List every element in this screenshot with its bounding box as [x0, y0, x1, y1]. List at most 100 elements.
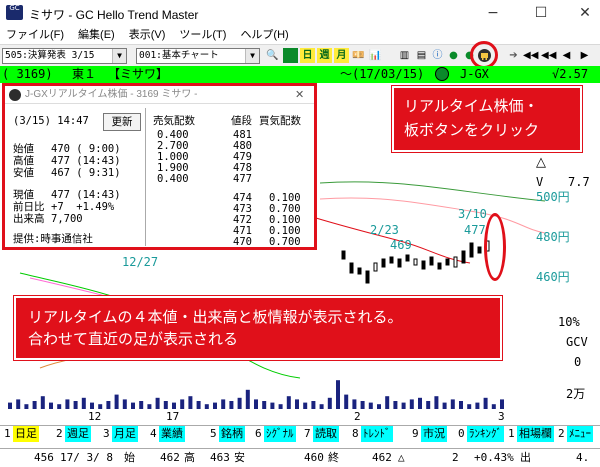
bars-icon[interactable]: ▥ — [397, 48, 412, 63]
tab-weekly[interactable]: 2 週足 — [56, 426, 91, 442]
status-out: 出 — [520, 451, 531, 464]
popup-title: J-GXリアルタイム株価 - 3169 ミサワ - — [25, 89, 198, 100]
first-icon[interactable]: ◀◀ — [523, 48, 538, 63]
monthly-button[interactable]: 月 — [334, 48, 349, 63]
ma-label: 12/27 — [122, 255, 159, 269]
status-a: 456 — [34, 451, 54, 464]
quote-label: 現値 — [13, 189, 34, 201]
chart-select[interactable]: 001:基本チャート ▼ — [136, 48, 260, 64]
popup-titlebar[interactable]: J-GXリアルタイム株価 - 3169 ミサワ - ✕ — [5, 86, 314, 104]
next-icon[interactable]: ▶ — [577, 48, 592, 63]
x-label-12: 12 — [88, 410, 102, 423]
highlight-ellipse — [484, 213, 506, 281]
callout-bottom: リアルタイムの４本値・出来高と板情報が表示される。 合わせて直近の足が表示される — [14, 296, 502, 360]
axis-label-volume: 2万 — [566, 387, 586, 401]
daily-button[interactable]: 日 — [300, 48, 315, 63]
stock-code: ( 3169) — [2, 67, 53, 81]
issue-select[interactable]: 505:決算発表 3/15 ▼ — [2, 48, 127, 64]
chart-icon[interactable]: 📊 — [368, 48, 383, 63]
status-low: 460 — [304, 451, 324, 464]
quote-timestamp: (3/15) 14:47 — [13, 115, 89, 127]
quote-value: 7,700 — [51, 213, 83, 225]
tab-ranking[interactable]: 0 ﾗﾝｷﾝｸﾞ — [458, 426, 504, 442]
status-change-symbol: △ — [398, 451, 405, 464]
popup-divider — [145, 108, 146, 246]
search-icon[interactable]: 🔍 — [265, 48, 280, 63]
quote-value: 477 (14:43) — [51, 155, 121, 167]
realtime-icon — [9, 89, 21, 101]
status-date: 17/ 3/ 8 — [60, 451, 113, 464]
quote-row: 始値 470 ( 9:00) — [13, 143, 121, 155]
status-high-label: 高 — [184, 451, 195, 464]
menu-edit[interactable]: 編集(E) — [78, 26, 115, 44]
board-header-sell: 売気配数 — [153, 115, 195, 127]
annotation-price-2: 477 — [464, 223, 486, 237]
tab-read[interactable]: 7 読取 — [304, 426, 339, 442]
quote-value: 477 (14:43) — [51, 189, 121, 201]
chevron-down-icon: ▼ — [112, 49, 126, 63]
callout-top: リアルタイム株価・ 板ボタンをクリック — [392, 86, 582, 152]
axis-label-480: 480円 — [536, 230, 570, 244]
status-open: 462 — [160, 451, 180, 464]
tab-signal[interactable]: 6 ｼｸﾞﾅﾙ — [255, 426, 296, 442]
board-buy: 0.700 — [269, 236, 301, 248]
minimize-button[interactable]: − — [478, 4, 508, 22]
tab-trend[interactable]: 8 ﾄﾚﾝﾄﾞ — [352, 426, 393, 442]
board-sell: 0.400 — [157, 173, 189, 185]
board-price: 477 — [233, 173, 252, 185]
x-label-17: 17 — [166, 410, 180, 423]
status-dot-icon — [435, 67, 449, 81]
popup-close-icon[interactable]: ✕ — [295, 86, 304, 104]
quote-label: 始値 — [13, 143, 34, 155]
tab-monthly[interactable]: 3 月足 — [103, 426, 138, 442]
grid-icon[interactable] — [283, 48, 298, 63]
board-header-price: 値段 — [231, 115, 252, 127]
tab-performance[interactable]: 4 業績 — [150, 426, 185, 442]
arrow-right-icon[interactable]: ➔ — [506, 48, 521, 63]
info-icon[interactable]: ⓘ — [430, 48, 445, 63]
annotation-date-2: 3/10 — [458, 207, 487, 221]
quote-row: 高値 477 (14:43) — [13, 155, 121, 167]
x-axis: 12 17 2 3 — [0, 410, 600, 425]
side-triangle: △ — [536, 155, 546, 170]
quote-label: 高値 — [13, 155, 34, 167]
quote-row: 現値 477 (14:43) — [13, 189, 121, 201]
stock-name: 【ミサワ】 — [108, 67, 169, 81]
axis-label-zero: 0 — [574, 355, 582, 369]
close-button[interactable]: ✕ — [570, 4, 600, 22]
callout-bottom-line2: 合わせて直近の足が表示される — [28, 330, 239, 348]
menu-file[interactable]: ファイル(F) — [6, 26, 64, 44]
toolbar: 505:決算発表 3/15 ▼ 001:基本チャート ▼ 🔍 日 週 月 💴 📊 ▥… — [0, 44, 600, 66]
tab-stock[interactable]: 5 銘柄 — [210, 426, 245, 442]
tab-daily[interactable]: 1 日足 — [4, 426, 39, 442]
tab-menu[interactable]: 2 ﾒﾆｭｰ — [558, 426, 593, 442]
stock-market: 東１ — [72, 67, 97, 81]
globe-icon[interactable]: ● — [446, 48, 461, 63]
realtime-quote-window[interactable]: J-GXリアルタイム株価 - 3169 ミサワ - ✕ (3/15) 14:47… — [3, 84, 316, 249]
status-open-label: 始 — [124, 451, 135, 464]
report-icon[interactable]: ▤ — [414, 48, 429, 63]
tab-market-column[interactable]: 1 相場欄 — [508, 426, 554, 442]
provider-label: 提供:時事通信社 — [13, 233, 93, 245]
refresh-button[interactable]: 更新 — [103, 113, 141, 131]
money-icon[interactable]: 💴 — [351, 48, 366, 63]
menu-help[interactable]: ヘルプ(H) — [240, 26, 288, 44]
chevron-down-icon: ▼ — [245, 49, 259, 63]
highlight-circle — [470, 41, 498, 69]
axis-label-500: 500円 — [536, 190, 570, 204]
tab-market[interactable]: 9 市況 — [412, 426, 447, 442]
quote-value: 470 ( 9:00) — [51, 143, 121, 155]
title-bar: GC ミサワ - GC Hello Trend Master − ☐ ✕ — [0, 0, 600, 26]
status-tail: 4. — [576, 451, 590, 464]
axis-label-460: 460円 — [536, 270, 570, 284]
rewind-icon[interactable]: ◀◀ — [541, 48, 556, 63]
menu-view[interactable]: 表示(V) — [129, 26, 166, 44]
maximize-button[interactable]: ☐ — [526, 4, 556, 22]
weekly-button[interactable]: 週 — [317, 48, 332, 63]
quote-row: 安値 467 ( 9:31) — [13, 167, 121, 179]
chart-date-range: 〜(17/03/15) — [340, 67, 425, 81]
menu-bar: ファイル(F) 編集(E) 表示(V) ツール(T) ヘルプ(H) — [0, 26, 600, 44]
menu-tools[interactable]: ツール(T) — [179, 26, 226, 44]
quote-label: 安値 — [13, 167, 34, 179]
prev-icon[interactable]: ◀ — [559, 48, 574, 63]
